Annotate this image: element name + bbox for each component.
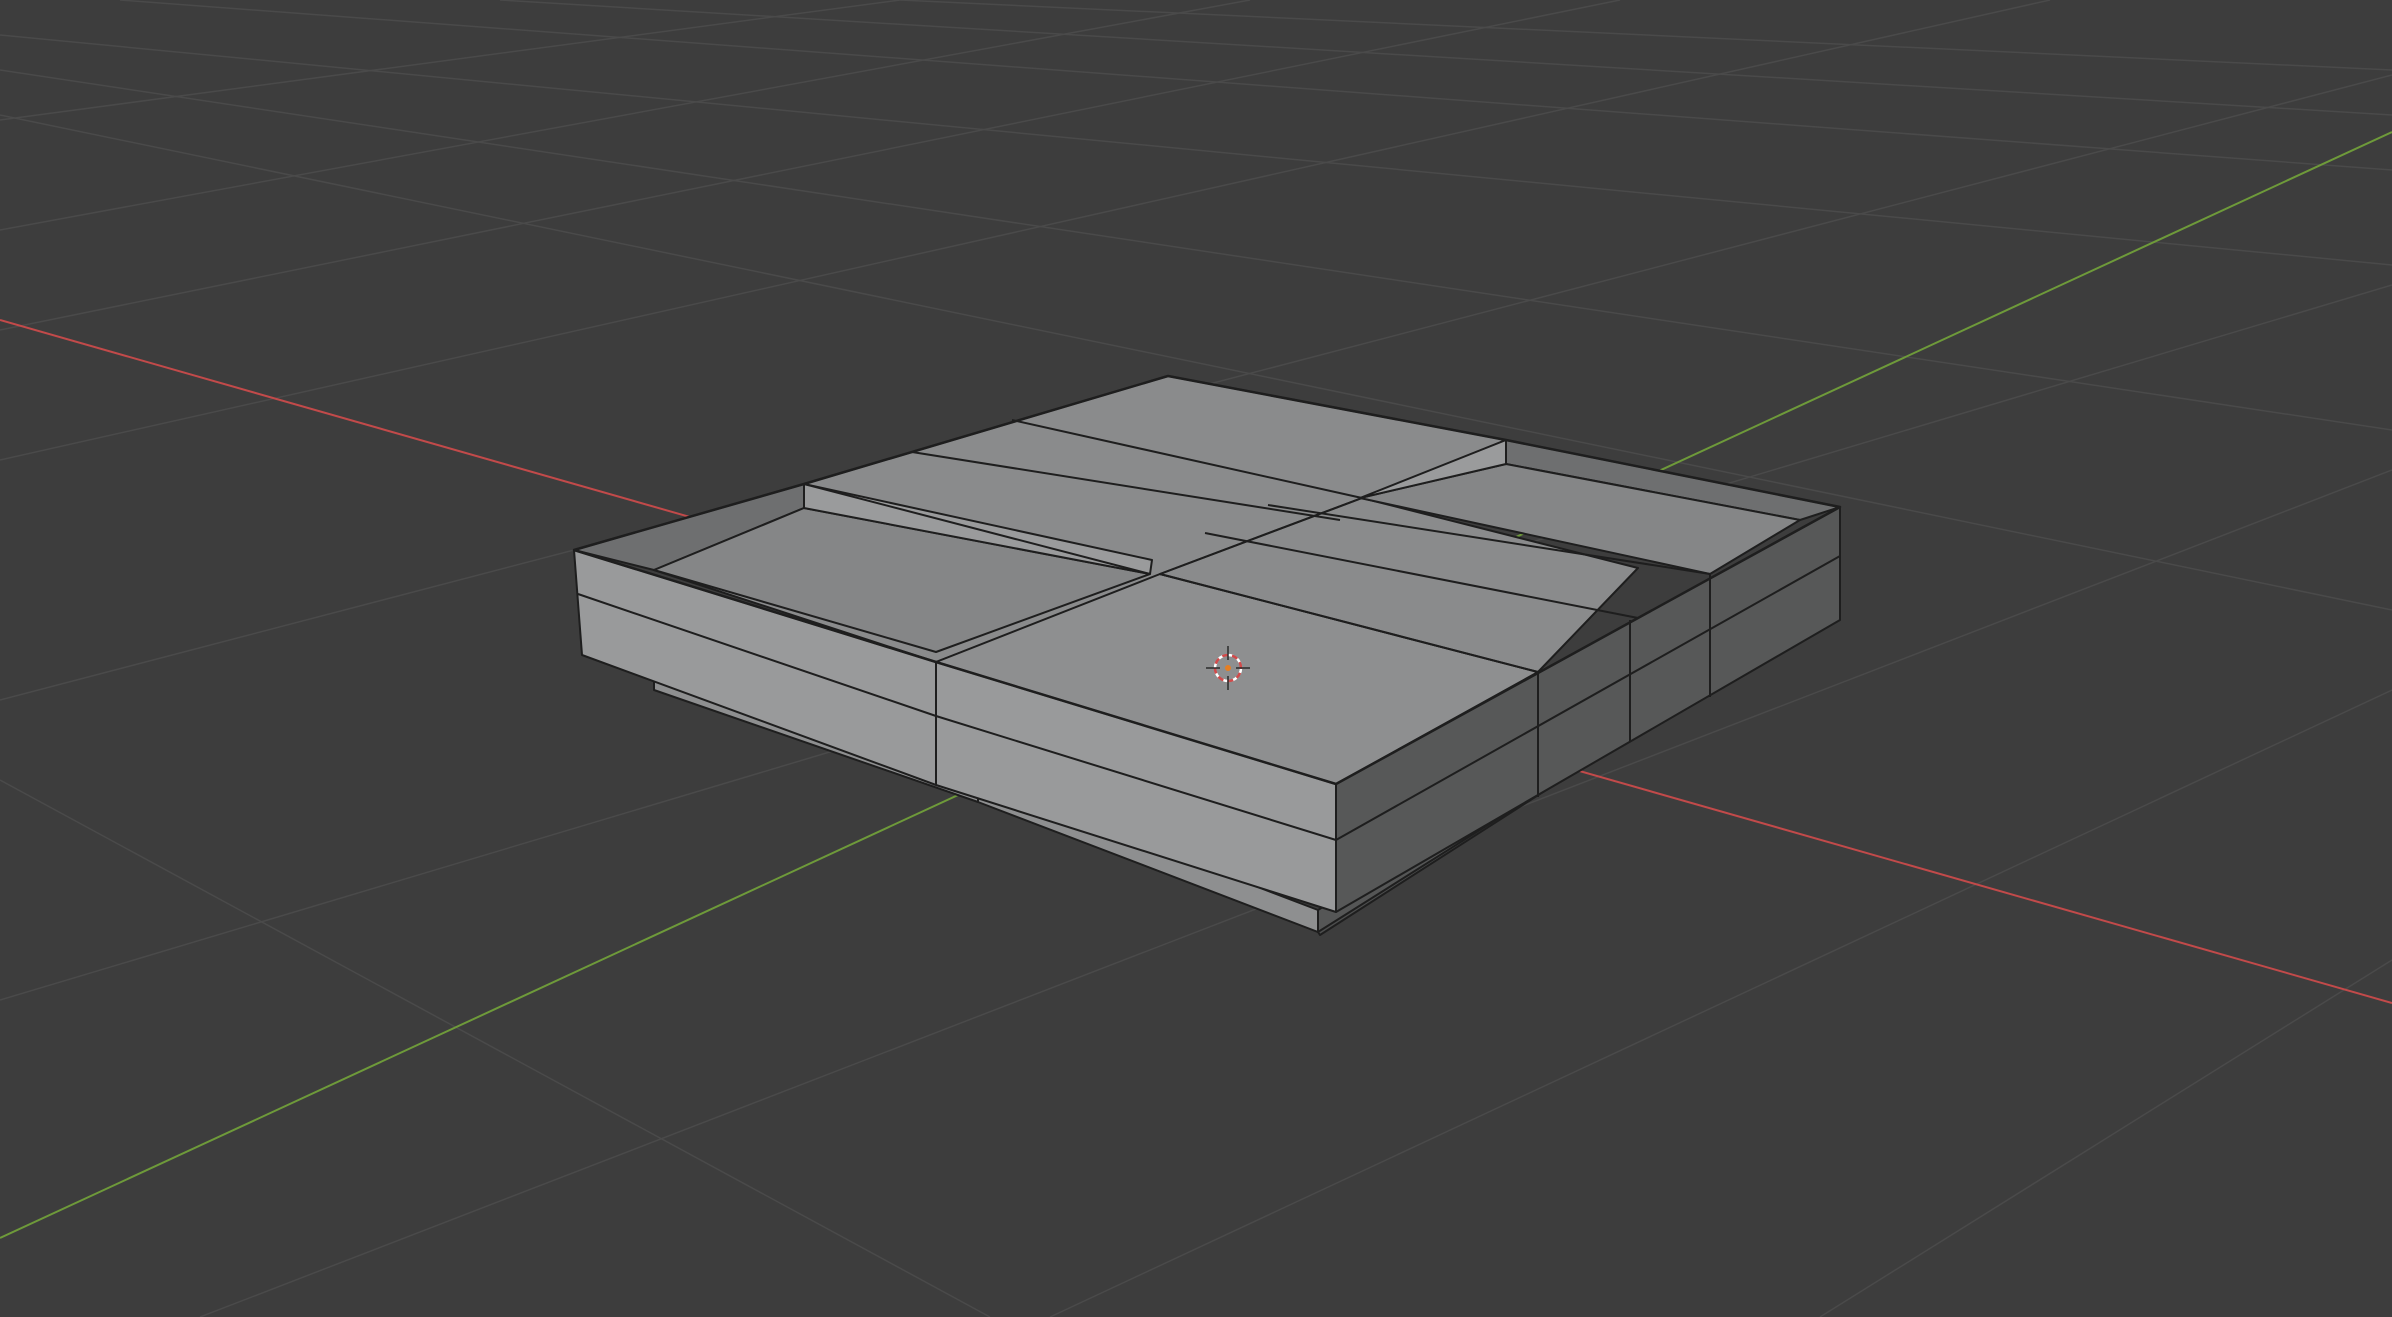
drawer-box-mesh[interactable]	[572, 374, 1842, 936]
3d-viewport[interactable]	[0, 0, 2392, 1317]
viewport-canvas[interactable]	[0, 0, 2392, 1317]
